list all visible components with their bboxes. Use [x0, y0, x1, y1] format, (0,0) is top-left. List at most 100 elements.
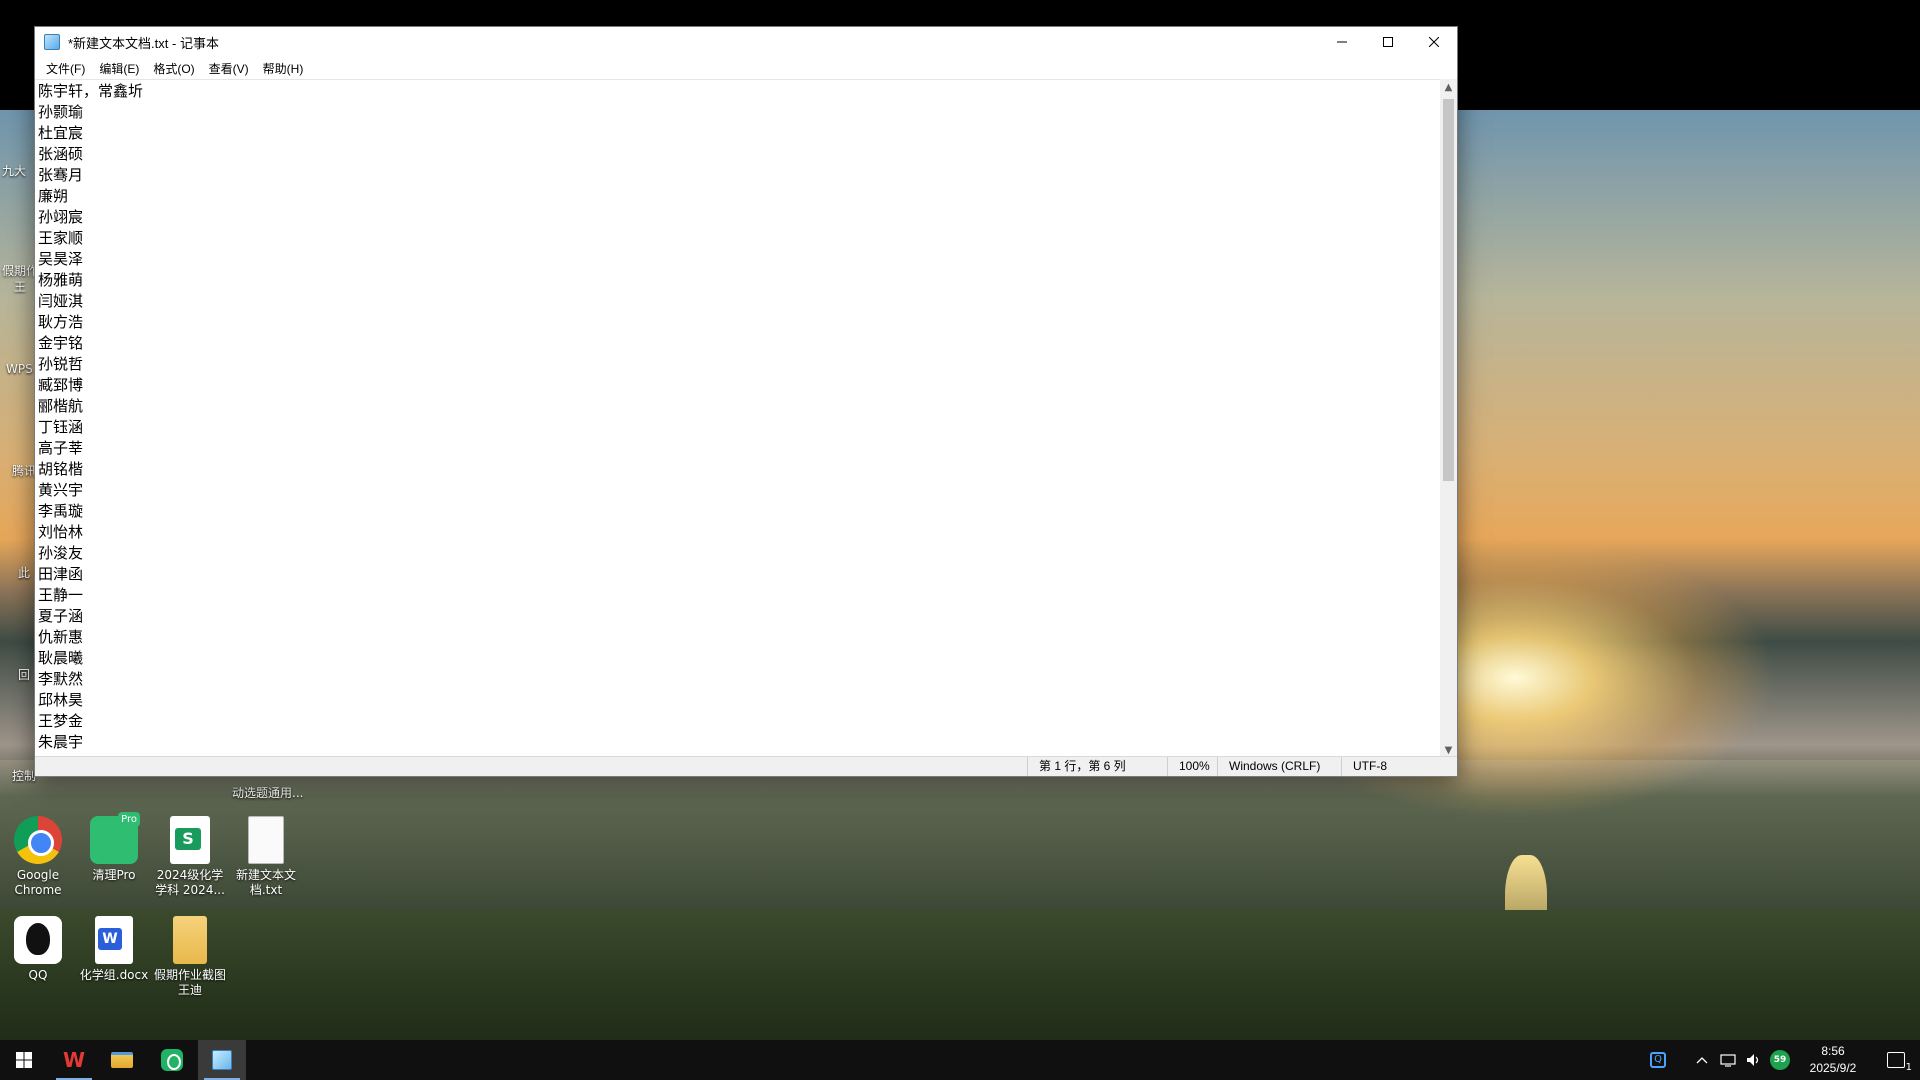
text-line: 邱林昊: [38, 691, 84, 709]
desktop-icon-spreadsheet[interactable]: 2024级化学 学科 2024...: [152, 816, 228, 898]
text-line: 杜宜宸: [38, 124, 84, 142]
menu-help[interactable]: 帮助(H): [256, 60, 311, 77]
tray-network[interactable]: [1716, 1040, 1740, 1080]
notepad-icon: [212, 1050, 232, 1070]
clock[interactable]: 8:56 2025/9/2: [1798, 1040, 1868, 1080]
text-line: 王家顺: [38, 229, 84, 247]
tray-security[interactable]: 59: [1766, 1040, 1794, 1080]
qingli-pro-icon: [90, 812, 140, 864]
desktop-icon-label: 清理Pro: [92, 868, 136, 882]
text-line: 胡铭楷: [38, 460, 84, 478]
text-line: 闫娅淇: [38, 292, 84, 310]
desktop: 九大 假期作 王 WPS 腾讯 此 回 控制 动选题通用... Google C…: [0, 0, 1920, 1040]
text-line: 刘怡林: [38, 523, 84, 541]
text-line: 丁钰涵: [38, 418, 84, 436]
status-cursor-position: 第 1 行，第 6 列: [1027, 757, 1167, 776]
text-line: 臧郅博: [38, 376, 84, 394]
text-line: 孙翊宸: [38, 208, 84, 226]
desktop-label-partial: 腾讯: [12, 464, 37, 478]
chevron-up-icon: [1696, 1057, 1708, 1064]
text-line: 孙锐哲: [38, 355, 84, 373]
text-file-icon: [248, 816, 284, 864]
tray-overflow[interactable]: [1690, 1040, 1714, 1080]
text-editor[interactable]: 陈宇轩，常鑫圻 孙颢瑜 杜宜宸 张涵硕 张骞月 廉朔 孙翊宸 王家顺 吴昊泽 杨雅萌 闫娅淇 耿方浩金…: [35, 79, 1440, 759]
menu-file[interactable]: 文件(F): [39, 60, 92, 77]
text-line: 吴昊泽: [38, 250, 84, 268]
desktop-icon-label: Google Chrome: [14, 868, 62, 897]
desktop-icon-folder[interactable]: 假期作业截图 王迪: [152, 916, 228, 998]
desktop-icon-qq[interactable]: QQ: [0, 916, 76, 983]
minimize-icon: [1337, 41, 1347, 43]
taskbar-green-app[interactable]: [148, 1040, 196, 1080]
desktop-icon-label: 化学组.docx: [79, 968, 149, 982]
maximize-button[interactable]: [1365, 27, 1411, 57]
notepad-app-icon: [44, 34, 60, 50]
desktop-icon-text-file[interactable]: 新建文本文 档.txt: [228, 816, 304, 898]
notification-center-button[interactable]: 1: [1872, 1040, 1920, 1080]
close-icon: [1429, 37, 1439, 47]
taskbar-wps[interactable]: W: [50, 1040, 98, 1080]
text-line: 高子莘: [38, 439, 84, 457]
text-line: 张涵硕: [38, 145, 84, 163]
notepad-window: *新建文本文档.txt - 记事本 文件(F) 编辑(E) 格式(O) 查看(V…: [34, 26, 1458, 777]
desktop-icon-label: 假期作业截图 王迪: [153, 968, 226, 997]
qq-penguin-icon: [14, 916, 62, 964]
menu-format[interactable]: 格式(O): [146, 60, 201, 77]
notification-icon: 1: [1887, 1052, 1912, 1073]
security-badge: 59: [1770, 1050, 1790, 1070]
file-explorer-icon: [111, 1052, 133, 1068]
text-line: 王梦金: [38, 712, 84, 730]
text-line: 耿方浩: [38, 313, 84, 331]
windows-logo-icon: [16, 1052, 32, 1068]
desktop-label-partial: 动选题通用...: [232, 786, 304, 800]
tray-app[interactable]: Q: [1646, 1040, 1670, 1080]
start-button[interactable]: [0, 1040, 48, 1080]
scrollbar-thumb[interactable]: [1443, 99, 1454, 481]
desktop-label-partial: 回: [18, 668, 31, 682]
text-line: 孙颢瑜: [38, 103, 84, 121]
spreadsheet-file-icon: [170, 816, 210, 864]
taskbar-file-explorer[interactable]: [98, 1040, 146, 1080]
status-encoding: UTF-8: [1341, 757, 1459, 776]
desktop-icon-qingli-pro[interactable]: 清理Pro: [76, 812, 152, 883]
menu-bar: 文件(F) 编辑(E) 格式(O) 查看(V) 帮助(H): [35, 57, 1457, 79]
text-line: 陈宇轩，常鑫圻: [38, 82, 144, 100]
desktop-label-partial: 王: [14, 280, 27, 294]
minimize-button[interactable]: [1319, 27, 1365, 57]
text-line: 李默然: [38, 670, 84, 688]
window-title: *新建文本文档.txt - 记事本: [68, 35, 219, 51]
wallpaper-trees: [0, 910, 1920, 1040]
text-line: 杨雅萌: [38, 271, 84, 289]
volume-icon: [1747, 1054, 1759, 1066]
desktop-icon-label: QQ: [28, 968, 48, 982]
desktop-label-partial: 九大: [2, 164, 27, 178]
notification-count: 1: [1905, 1062, 1912, 1073]
taskbar: W Q 59 8:56 2025/9/2 1: [0, 1040, 1920, 1080]
menu-view[interactable]: 查看(V): [202, 60, 256, 77]
close-button[interactable]: [1411, 27, 1457, 57]
text-line: 耿晨曦: [38, 649, 84, 667]
green-app-icon: [161, 1049, 183, 1071]
desktop-icon-label: 新建文本文 档.txt: [235, 868, 296, 897]
menu-edit[interactable]: 编辑(E): [92, 60, 146, 77]
status-line-ending: Windows (CRLF): [1217, 757, 1341, 776]
text-line: 田津函: [38, 565, 84, 583]
desktop-label-partial: WPS: [6, 362, 33, 376]
text-line: 郦楷航: [38, 397, 84, 415]
text-line: 王静一: [38, 586, 84, 604]
text-line: 仇新惠: [38, 628, 84, 646]
status-bar: 第 1 行，第 6 列 100% Windows (CRLF) UTF-8: [35, 756, 1457, 776]
title-bar[interactable]: *新建文本文档.txt - 记事本: [35, 27, 1457, 57]
network-icon: [1720, 1054, 1736, 1067]
desktop-icon-chrome[interactable]: Google Chrome: [0, 816, 76, 898]
scroll-up-arrow-icon[interactable]: ▲: [1440, 79, 1457, 96]
text-line: 张骞月: [38, 166, 84, 184]
vertical-scrollbar[interactable]: ▲ ▼: [1440, 79, 1457, 759]
text-line: 夏子涵: [38, 607, 84, 625]
tray-volume[interactable]: [1742, 1040, 1766, 1080]
desktop-icon-word-doc[interactable]: 化学组.docx: [76, 916, 152, 983]
taskbar-notepad[interactable]: [198, 1040, 246, 1080]
text-line: 朱晨宇: [38, 733, 84, 751]
desktop-label-partial: 此: [18, 566, 31, 580]
wps-icon: W: [62, 1048, 86, 1072]
